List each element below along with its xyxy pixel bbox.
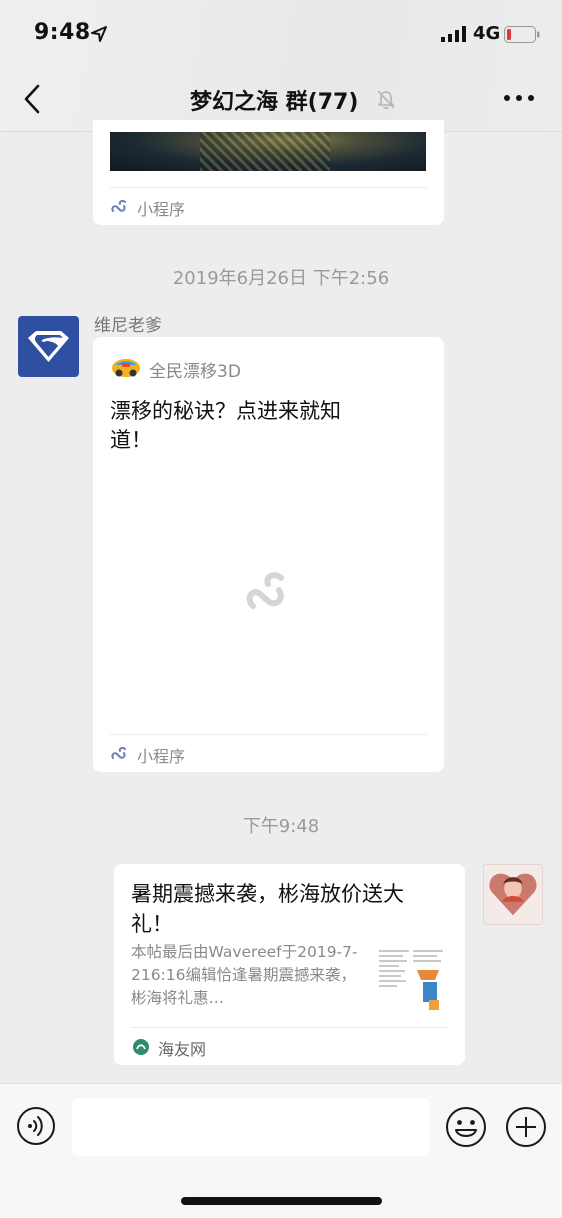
superman-logo-icon bbox=[28, 331, 69, 362]
voice-input-button[interactable] bbox=[16, 1106, 56, 1146]
car-game-icon bbox=[112, 359, 140, 377]
mini-program-card[interactable]: 全民漂移3D 漂移的秘诀？点进来就知道！ 小程序 bbox=[93, 337, 444, 772]
network-label: 4G bbox=[473, 23, 501, 44]
article-description: 本帖最后由Wavereef于2019-7-216:16编辑恰逢暑期震撼来袭，彬海… bbox=[131, 943, 358, 1007]
article-title: 暑期震撼来袭，彬海放价送大礼！ bbox=[131, 882, 404, 936]
home-indicator bbox=[181, 1197, 382, 1205]
mini-program-icon bbox=[111, 746, 126, 759]
mini-program-thumbnail bbox=[110, 132, 426, 171]
mini-program-placeholder-icon bbox=[246, 572, 284, 609]
more-options-button[interactable] bbox=[503, 90, 535, 106]
mini-program-label: 小程序 bbox=[137, 747, 186, 766]
top-bar: 9:48 4G 梦幻之海 群(77) bbox=[0, 0, 562, 132]
mute-bell-icon bbox=[377, 90, 395, 109]
emoji-button[interactable] bbox=[445, 1106, 487, 1148]
battery-icon bbox=[504, 26, 540, 43]
article-link-card[interactable]: 暑期震撼来袭，彬海放价送大礼！ 本帖最后由Wavereef于2019-7-216… bbox=[114, 864, 465, 1065]
mini-program-icon bbox=[111, 199, 126, 212]
avatar[interactable] bbox=[483, 864, 543, 925]
article-source: 海友网 bbox=[158, 1040, 207, 1059]
chat-title: 梦幻之海 群(77) bbox=[190, 90, 359, 115]
card-title: 漂移的秘诀？点进来就知道！ bbox=[110, 399, 341, 452]
timestamp: 2019年6月26日 下午2:56 bbox=[172, 268, 390, 289]
sender-name: 维尼老爹 bbox=[94, 316, 162, 336]
article-thumbnail bbox=[377, 946, 447, 1016]
heart-photo-avatar bbox=[489, 873, 537, 916]
status-time: 9:48 bbox=[34, 20, 91, 45]
card-footer: 小程序 bbox=[110, 734, 427, 772]
app-name: 全民漂移3D bbox=[149, 362, 241, 382]
card-footer: 海友网 bbox=[131, 1027, 448, 1065]
mini-program-card[interactable]: 小程序 bbox=[93, 120, 444, 225]
more-functions-button[interactable] bbox=[505, 1106, 547, 1148]
avatar[interactable] bbox=[18, 316, 79, 377]
signal-strength-icon bbox=[441, 26, 466, 42]
timestamp: 下午9:48 bbox=[242, 816, 320, 837]
location-arrow-icon bbox=[91, 26, 107, 42]
card-footer: 小程序 bbox=[110, 187, 427, 225]
back-button[interactable] bbox=[18, 82, 48, 116]
site-logo-icon bbox=[133, 1039, 149, 1055]
message-input[interactable] bbox=[72, 1098, 430, 1156]
mini-program-label: 小程序 bbox=[137, 200, 186, 219]
